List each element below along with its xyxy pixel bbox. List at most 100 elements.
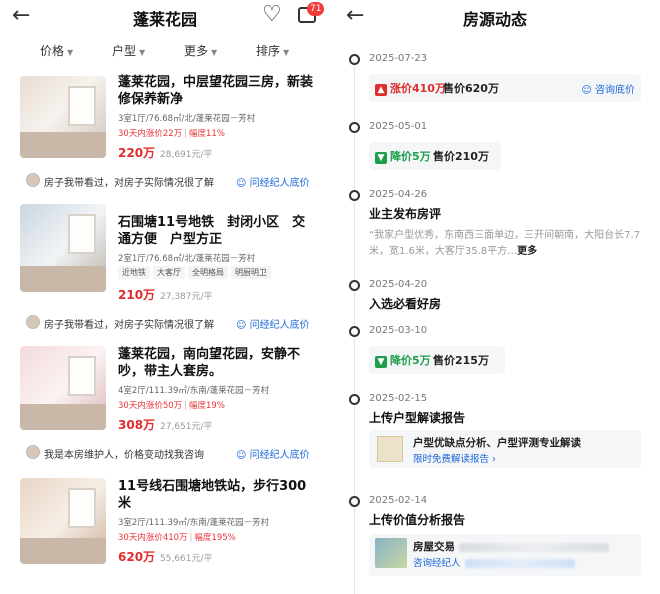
event-date: 2025-02-15 [369,393,428,404]
report-thumbnail [375,538,407,568]
agent-row: 房子我带看过，对房子实际情况很了解 ☺ 问经纪人底价 [0,166,330,196]
event-date: 2025-04-26 [369,189,428,200]
unit-price: 27,651元/平 [160,422,213,432]
event-title: 上传户型解读报告 [369,411,466,425]
price-change-box: ▼ 降价5万 售价210万 [369,142,501,170]
listing-header: ← 蓬莱花园 ♡ 71 [0,0,330,36]
filter-sort[interactable]: 排序 ▼ [256,42,289,59]
price-change: 30天内涨价410万 | 幅度195% [118,533,236,543]
list-item[interactable]: 11号线石围塘地铁站，步行300米 3室2厅/111.39㎡/东南/蓬莱花园－芳… [0,468,330,578]
report-card[interactable]: 户型优缺点分析、户型评测专业解读 限时免费解读报告 › [369,430,641,468]
report-card[interactable]: 房屋交易 咨询经纪人 [369,534,641,576]
agent-text: 我是本房维护人，价格变动找我咨询 [44,450,204,461]
list-item[interactable]: 石围塘11号地铁 封闭小区 交通方便 户型方正 2室1厅/76.68㎡/北/蓬莱… [0,196,330,308]
timeline-dot [349,122,360,133]
list-item[interactable]: 蓬莱花园，南向望花园，安静不吵，带主人套房。 4室2厅/111.39㎡/东南/蓬… [0,338,330,438]
sell-price: 售价215万 [433,354,489,367]
listing-photo [20,346,106,430]
event-date: 2025-05-01 [369,121,428,132]
floorplan-icon [377,436,403,462]
filter-layout[interactable]: 户型 ▼ [112,42,145,59]
ask-agent-link[interactable]: ☺ 问经纪人底价 [236,316,310,331]
listing-photo [20,478,106,564]
price-down: ▼ 降价5万 [375,148,431,164]
event-date: 2025-03-10 [369,325,428,336]
price-change: 30天内涨价50万 | 幅度19% [118,401,225,411]
arrow-down-icon: ▼ [375,152,387,164]
timeline-dot [349,394,360,405]
list-item[interactable]: 蓬莱花园，中层望花园三房，新装修保养新净 3室1厅/76.68㎡/北/蓬莱花园－… [0,70,330,166]
listing-title: 11号线石围塘地铁站，步行300米 [118,479,307,511]
tag: 全明格局 [188,266,228,279]
event-title: 业主发布房评 [369,207,442,221]
listing-panel: ← 蓬莱花园 ♡ 71 价格 ▼ 户型 ▼ 更多 ▼ 排序 ▼ 蓬莱花园，中层望花园三房… [0,0,330,594]
chevron-down-icon: ▼ [67,48,74,57]
timeline-dot [349,54,360,65]
listing-title: 蓬莱花园，南向望花园，安静不吵，带主人套房。 [118,347,301,379]
tag: 近地铁 [118,266,150,279]
timeline-dot [349,280,360,291]
notification-badge: 71 [307,2,325,16]
card-title: 户型优缺点分析、户型评测专业解读 [413,437,581,449]
filter-more[interactable]: 更多 ▼ [184,42,217,59]
tag: 大客厅 [153,266,185,279]
chevron-down-icon: ▼ [139,48,146,57]
avatar [26,315,40,329]
arrow-up-icon: ▲ [375,84,387,96]
event-date: 2025-04-20 [369,279,428,290]
agent-text: 房子我带看过，对房子实际情况很了解 [44,320,214,331]
activity-header: ← 房源动态 [330,0,660,36]
tag-list: 近地铁 大客厅 全明格局 明厨明卫 [118,266,274,279]
page-title: 房源动态 [462,10,527,29]
price-change: 30天内涨价22万 | 幅度11% [118,129,225,139]
listing-list: 蓬莱花园，中层望花园三房，新装修保养新净 3室1厅/76.68㎡/北/蓬莱花园－… [0,70,330,578]
card-link[interactable]: 咨询经纪人 [413,555,575,569]
sell-price: 售价620万 [443,82,499,95]
blurred-text [459,542,609,552]
timeline-line [354,56,355,594]
listing-price: 210万 [118,288,156,302]
timeline-dot [349,326,360,337]
more-link[interactable]: 更多 [517,246,537,257]
card-link[interactable]: 限时免费解读报告 › [413,451,496,465]
price-change-box: ▲ 涨价410万 售价620万 ☺ 咨询底价 [369,74,641,102]
price-down: ▼ 降价5万 [375,352,431,368]
listing-photo [20,76,106,158]
listing-meta: 3室2厅/111.39㎡/东南/蓬莱花园－芳村 [118,518,270,528]
price-up: ▲ 涨价410万 [375,80,446,96]
owner-review[interactable]: “我家户型优秀，东南西三面单边，三开间朝南，大阳台长7.7米，宽1.6米，大客厅… [369,228,641,260]
agent-text: 房子我带看过，对房子实际情况很了解 [44,178,214,189]
listing-meta: 4室2厅/111.39㎡/东南/蓬莱花园－芳村 [118,386,270,396]
listing-meta: 2室1厅/76.68㎡/北/蓬莱花园－芳村 [118,254,256,264]
listing-price: 620万 [118,550,156,564]
listing-photo [20,204,106,292]
agent-row: 房子我带看过，对房子实际情况很了解 ☺ 问经纪人底价 [0,308,330,338]
unit-price: 28,691元/平 [160,150,213,160]
chevron-down-icon: ▼ [283,48,290,57]
avatar [26,173,40,187]
ask-price-link[interactable]: ☺ 咨询底价 [581,81,635,96]
sell-price: 售价210万 [433,150,489,163]
ask-agent-link[interactable]: ☺ 问经纪人底价 [236,446,310,461]
event-title: 上传价值分析报告 [369,513,466,527]
timeline-dot [349,496,360,507]
arrow-down-icon: ▼ [375,356,387,368]
event-date: 2025-07-23 [369,53,428,64]
event-title: 入选必看好房 [369,297,442,311]
timeline-dot [349,190,360,201]
listing-title: 石围塘11号地铁 封闭小区 交通方便 户型方正 [118,215,306,247]
ask-agent-link[interactable]: ☺ 问经纪人底价 [236,174,310,189]
agent-row: 我是本房维护人，价格变动找我咨询 ☺ 问经纪人底价 [0,438,330,468]
activity-panel: ← 房源动态 2025-07-23 ▲ 涨价410万 售价620万 ☺ 咨询底价 … [330,0,660,594]
avatar [26,445,40,459]
heart-icon[interactable]: ♡ [262,3,282,27]
filter-bar: 价格 ▼ 户型 ▼ 更多 ▼ 排序 ▼ [0,36,330,66]
listing-title: 蓬莱花园，中层望花园三房，新装修保养新净 [118,75,314,107]
chevron-down-icon: ▼ [211,48,218,57]
listing-meta: 3室1厅/76.68㎡/北/蓬莱花园－芳村 [118,114,256,124]
blurred-text [464,559,575,568]
filter-price[interactable]: 价格 ▼ [40,42,73,59]
unit-price: 27,387元/平 [160,292,213,302]
listing-price: 308万 [118,418,156,432]
event-date: 2025-02-14 [369,495,428,506]
